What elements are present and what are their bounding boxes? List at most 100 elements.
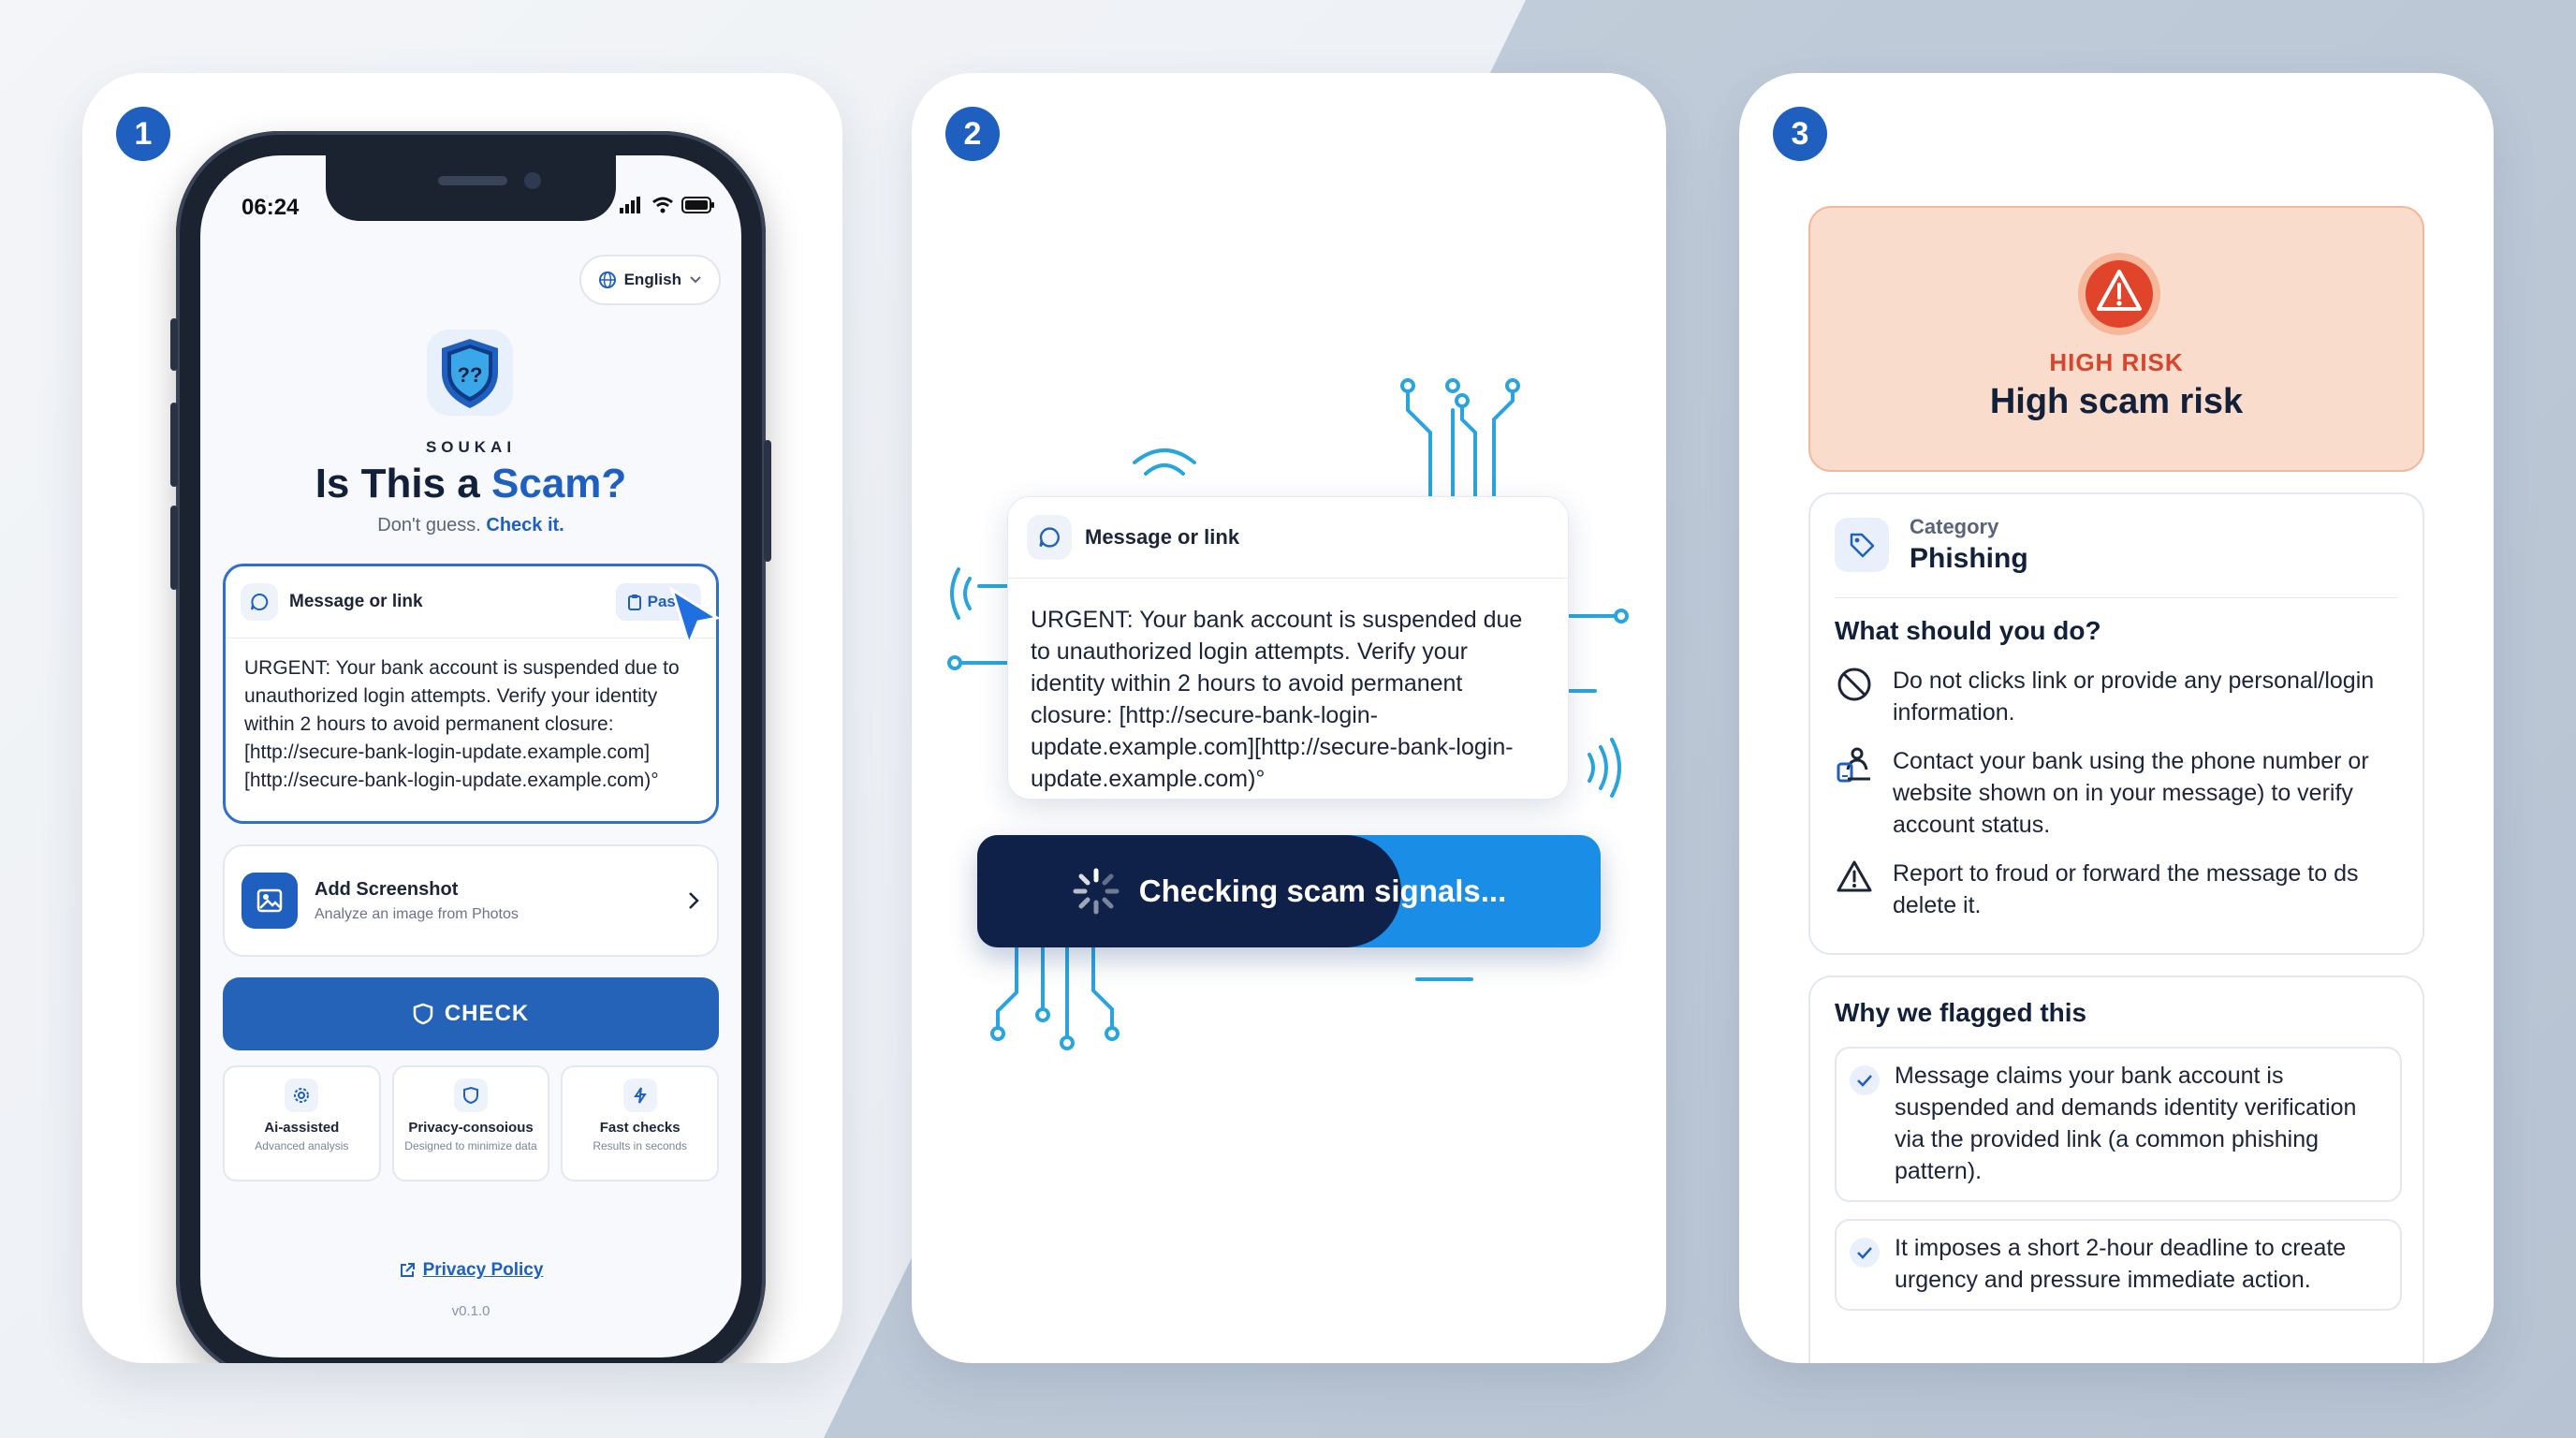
tagline: Don't guess. Check it. <box>200 515 741 536</box>
message-label: Message or link <box>1085 525 1240 549</box>
why-flagged-card: Why we flagged this Message claims your … <box>1808 976 2424 1363</box>
brand-name: SOUKAI <box>425 438 517 456</box>
phone-notch <box>326 155 616 221</box>
divider <box>1008 578 1568 579</box>
todo-list: Do not clicks link or provide any person… <box>1835 665 2398 938</box>
title-accent: Scam? <box>491 461 627 506</box>
screenshot-title: Add Screenshot <box>315 878 459 900</box>
guidance-card: Category Phishing What should you do? Do… <box>1808 492 2424 955</box>
todo-item: Report to froud or forward the message t… <box>1835 858 2398 921</box>
screenshot-text: Add Screenshot Analyze an image from Pho… <box>315 879 519 923</box>
reason-text: Message claims your bank account is susp… <box>1895 1063 2357 1184</box>
todo-text: Do not clicks link or provide any person… <box>1893 668 2375 726</box>
category-text: Category Phishing <box>1910 515 2028 575</box>
message-text: URGENT: Your bank account is suspended d… <box>1031 607 1523 792</box>
add-screenshot-button[interactable]: Add Screenshot Analyze an image from Pho… <box>223 844 719 957</box>
step-card-input: 1 06:24 English ?? SOUKAI Is This a Scam… <box>82 73 842 1363</box>
todo-text: Contact your bank using the phone number… <box>1893 748 2369 838</box>
language-selector[interactable]: English <box>578 255 721 305</box>
speaker-grille <box>438 176 507 185</box>
message-input[interactable]: Message or link Paste URGENT: Your bank … <box>223 564 719 824</box>
chevron-right-icon <box>689 892 699 909</box>
feature-card: Privacy-consoious Designed to minimize d… <box>391 1065 550 1181</box>
check-icon <box>1850 1238 1880 1268</box>
feature-subtitle: Advanced analysis <box>255 1139 349 1152</box>
category-value: Phishing <box>1910 543 2028 574</box>
step-badge-3: 3 <box>1773 107 1827 161</box>
category-row: Category Phishing <box>1835 515 2028 575</box>
risk-title: High scam risk <box>1989 382 2244 421</box>
clipboard-icon <box>627 594 641 610</box>
bolt-icon <box>622 1078 657 1112</box>
status-time: 06:24 <box>242 195 300 220</box>
language-label: English <box>623 271 681 288</box>
power-button <box>764 440 771 562</box>
mouse-cursor-icon <box>669 586 721 649</box>
volume-up-button <box>170 403 178 487</box>
block-icon <box>1837 668 1871 701</box>
phone-screen: 06:24 English ?? SOUKAI Is This a Scam? … <box>200 155 741 1357</box>
chat-bubble-icon <box>1027 515 1072 560</box>
image-icon <box>242 873 298 929</box>
progress-label: Checking scam signals... <box>1138 873 1507 908</box>
globe-icon <box>598 271 616 288</box>
phone-frame: 06:24 English ?? SOUKAI Is This a Scam? … <box>170 131 771 1363</box>
tagline-accent: Check it. <box>486 515 564 536</box>
todo-title: What should you do? <box>1835 616 2101 645</box>
check-label: CHECK <box>444 1001 530 1026</box>
wifi-icon <box>652 197 673 213</box>
risk-level: HIGH RISK <box>2049 348 2184 376</box>
shield-logo-icon: ?? <box>427 330 513 416</box>
message-preview-header: Message or link <box>1027 514 1239 561</box>
risk-summary-card: HIGH RISK High scam risk <box>1808 206 2424 472</box>
todo-item: Do not clicks link or provide any person… <box>1835 665 2398 728</box>
front-camera <box>524 172 541 189</box>
shield-icon <box>413 1003 433 1025</box>
privacy-policy-link[interactable]: Privacy Policy <box>200 1260 741 1281</box>
chat-bubble-icon <box>241 583 278 621</box>
feature-title: Privacy-consoious <box>408 1120 534 1136</box>
reason-text: It imposes a short 2-hour deadline to cr… <box>1895 1235 2347 1293</box>
step-card-analysis: 2 Message or link URGENT: Your bank acco… <box>912 73 1666 1363</box>
step-card-result: 3 HIGH RISK High scam risk Category Phis… <box>1739 73 2494 1363</box>
signal-icon <box>620 197 640 213</box>
reason-item: It imposes a short 2-hour deadline to cr… <box>1835 1219 2402 1311</box>
spinner-icon <box>1073 868 1120 915</box>
battery-icon <box>681 197 714 213</box>
feature-subtitle: Results in seconds <box>593 1139 688 1152</box>
gear-icon <box>285 1078 319 1112</box>
volume-down-button <box>170 506 178 590</box>
chevron-down-icon <box>690 276 701 284</box>
svg-text:??: ?? <box>458 363 483 387</box>
todo-text: Report to froud or forward the message t… <box>1893 860 2359 918</box>
status-icons <box>620 197 715 213</box>
message-text: URGENT: Your bank account is suspended d… <box>244 657 680 791</box>
app-title: Is This a Scam? <box>200 461 741 507</box>
feature-card: Fast checks Results in seconds <box>561 1065 720 1181</box>
scan-progress-bar: Checking scam signals... <box>977 835 1601 947</box>
mute-switch <box>170 318 178 371</box>
step-badge-1: 1 <box>116 107 170 161</box>
screenshot-subtitle: Analyze an image from Photos <box>315 905 519 922</box>
version-label: v0.1.0 <box>451 1303 490 1319</box>
privacy-link-label: Privacy Policy <box>422 1260 544 1280</box>
todo-item: Contact your bank using the phone number… <box>1835 745 2398 841</box>
feature-title: Fast checks <box>599 1120 681 1136</box>
warning-icon <box>2078 253 2160 335</box>
message-preview-card: Message or link URGENT: Your bank accoun… <box>1007 496 1569 800</box>
reason-item: Message claims your bank account is susp… <box>1835 1047 2402 1202</box>
feature-title: Ai-assisted <box>264 1120 340 1136</box>
phone-support-icon <box>1837 747 1870 783</box>
message-input-header: Message or link Paste <box>241 581 701 623</box>
message-label: Message or link <box>289 592 423 611</box>
tag-icon <box>1835 518 1889 572</box>
category-label: Category <box>1910 515 1999 538</box>
feature-card: Ai-assisted Advanced analysis <box>223 1065 381 1181</box>
progress-content: Checking scam signals... <box>977 835 1601 947</box>
check-icon <box>1850 1065 1880 1095</box>
check-button[interactable]: CHECK <box>223 977 719 1050</box>
warning-icon <box>1837 860 1872 892</box>
why-title: Why we flagged this <box>1835 998 2087 1027</box>
shield-icon <box>454 1078 488 1112</box>
title-prefix: Is This a <box>315 461 480 506</box>
